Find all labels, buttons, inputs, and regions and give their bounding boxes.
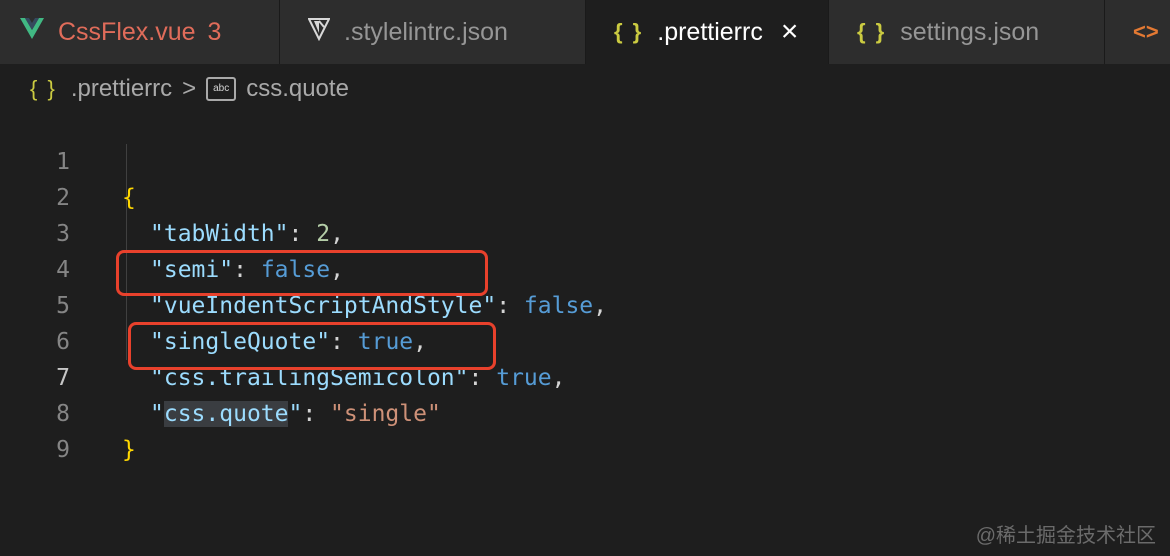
code-line: 4 "vueIndentScriptAndStyle": false, xyxy=(0,216,1100,319)
stylelint-icon xyxy=(307,17,331,48)
tab-overflow-html[interactable]: <> xyxy=(1105,0,1170,64)
breadcrumb: { } .prettierrc > abc css.quote xyxy=(30,72,349,106)
tab-stylelintrc-json[interactable]: .stylelintrc.json xyxy=(280,0,586,64)
vue-icon xyxy=(20,17,44,47)
vue-logo-svg xyxy=(20,17,44,39)
tab-settings-json[interactable]: { } settings.json xyxy=(829,0,1105,64)
tab-label: .stylelintrc.json xyxy=(344,17,508,46)
close-tab-icon[interactable]: × xyxy=(781,17,799,47)
code-line: 3 "semi": false, xyxy=(0,180,1100,283)
code-line: 9 xyxy=(0,396,1100,463)
tab-prettierrc[interactable]: { } .prettierrc × xyxy=(586,0,829,64)
watermark: @稀土掘金技术社区 xyxy=(975,525,1156,547)
tab-label: settings.json xyxy=(900,17,1040,46)
tab-label: .prettierrc xyxy=(657,17,763,46)
breadcrumb-file[interactable]: .prettierrc xyxy=(71,75,172,103)
string-symbol-icon: abc xyxy=(206,77,237,101)
code-editor[interactable]: 1 { 2 "tabWidth": 2, 3 "semi": false, 4 … xyxy=(0,108,1170,556)
editor-tab-bar: CssFlex.vue 3 .stylelintrc.json { } .pre… xyxy=(0,0,1170,64)
stylelint-logo-svg xyxy=(307,17,331,41)
breadcrumb-symbol[interactable]: css.quote xyxy=(246,75,349,103)
tab-cssflex-vue[interactable]: CssFlex.vue 3 xyxy=(0,0,280,64)
json-braces-icon: { } xyxy=(30,76,57,101)
json-braces-icon: { } xyxy=(614,19,644,44)
code-line: 2 "tabWidth": 2, xyxy=(0,144,1100,247)
chevron-right-icon: > xyxy=(182,75,197,102)
code-line: 1 { xyxy=(0,108,1100,211)
annotation-box-css-quote xyxy=(128,322,496,370)
json-braces-icon: { } xyxy=(857,19,887,44)
code-icon: <> xyxy=(1133,19,1159,44)
line-number: 9 xyxy=(56,437,70,463)
problems-count-badge: 3 xyxy=(207,17,222,46)
annotation-box-singlequote xyxy=(116,250,488,296)
tab-label: CssFlex.vue xyxy=(58,17,196,46)
close-brace: } xyxy=(122,437,136,463)
